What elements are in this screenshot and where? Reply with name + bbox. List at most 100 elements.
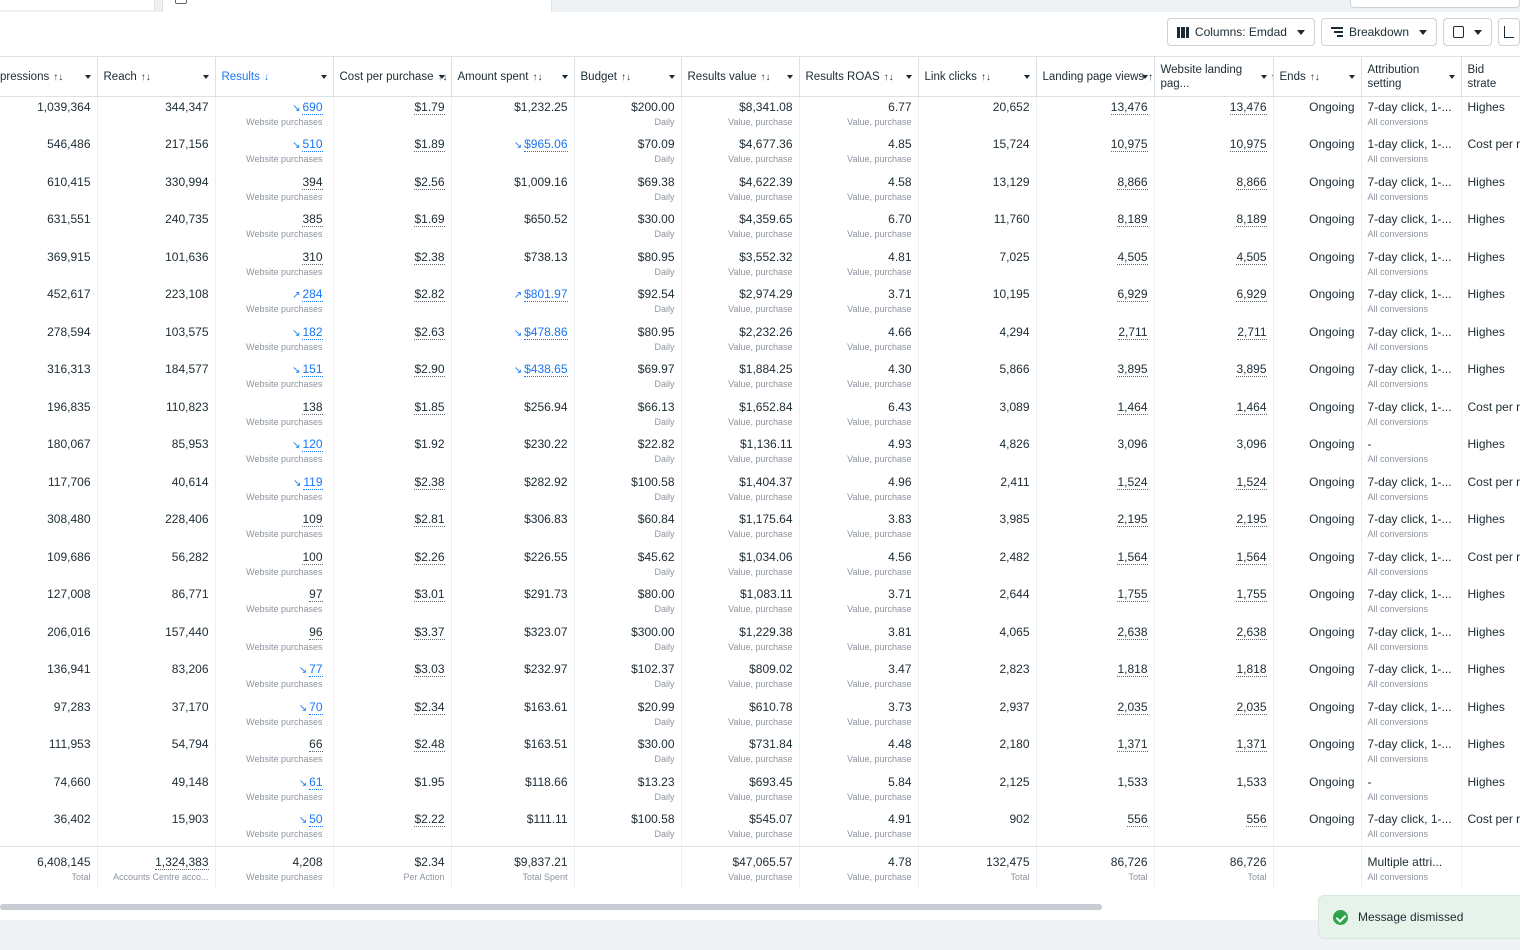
table-row[interactable]: 97,283 37,170 ↘ 70 Website purchases $2.34 $16… bbox=[0, 696, 1520, 734]
results-value[interactable]: 385 bbox=[302, 212, 323, 227]
column-menu-chevron-icon[interactable] bbox=[1023, 75, 1030, 79]
website-landing-page-views-value[interactable]: 8,189 bbox=[1236, 212, 1267, 227]
breakdown-button[interactable]: Breakdown bbox=[1320, 18, 1437, 46]
amount-spent-value[interactable]: $438.65 bbox=[524, 362, 568, 377]
results-value[interactable]: 138 bbox=[302, 399, 323, 415]
export-button[interactable] bbox=[1498, 18, 1520, 46]
cost-per-purchase-value[interactable]: $2.34 bbox=[414, 699, 445, 715]
results-value[interactable]: 70 bbox=[309, 699, 323, 715]
cost-per-purchase-value[interactable]: $2.81 bbox=[414, 512, 445, 527]
cost-per-purchase-value[interactable]: $2.90 bbox=[414, 362, 445, 377]
table-row[interactable]: 546,486 217,156 ↘ 510 Website purchases $1.89… bbox=[0, 134, 1520, 172]
column-header-website-landing-page-views[interactable]: Website landing pag...↑↓ bbox=[1154, 56, 1274, 97]
website-landing-page-views-value[interactable]: 2,638 bbox=[1236, 624, 1267, 640]
column-header-landing-page-views[interactable]: Landing page views↑↓ bbox=[1036, 56, 1155, 97]
website-landing-page-views-value[interactable]: 10,975 bbox=[1229, 137, 1267, 152]
cost-per-purchase-value[interactable]: $1.85 bbox=[414, 399, 445, 415]
landing-page-views-value[interactable]: 2,638 bbox=[1117, 624, 1148, 640]
results-value[interactable]: 77 bbox=[309, 662, 323, 677]
column-header-results[interactable]: Results ↓ bbox=[215, 56, 334, 97]
website-landing-page-views-value[interactable]: 4,505 bbox=[1236, 249, 1267, 265]
table-row[interactable]: 136,941 83,206 ↘ 77 Website purchases $3.03 $2… bbox=[0, 659, 1520, 697]
table-row[interactable]: 109,686 56,282 100 Website purchases $2.26 $2… bbox=[0, 546, 1520, 584]
sort-icon[interactable]: ↑↓ bbox=[532, 72, 542, 83]
column-header-budget[interactable]: Budget ↑↓ bbox=[574, 56, 682, 97]
column-header-ends[interactable]: Ends ↑↓ bbox=[1273, 56, 1362, 97]
website-landing-page-views-value[interactable]: 13,476 bbox=[1229, 100, 1267, 115]
landing-page-views-value[interactable]: 1,371 bbox=[1117, 737, 1148, 752]
cost-per-purchase-value[interactable]: $1.69 bbox=[414, 212, 445, 227]
results-value[interactable]: 119 bbox=[303, 474, 323, 490]
cost-per-purchase-value[interactable]: $3.37 bbox=[414, 624, 445, 640]
column-menu-chevron-icon[interactable] bbox=[320, 75, 327, 79]
landing-page-views-value[interactable]: 556 bbox=[1127, 812, 1148, 827]
sort-icon[interactable]: ↓ bbox=[264, 72, 269, 83]
website-landing-page-views-value[interactable]: 8,866 bbox=[1236, 174, 1267, 190]
results-value[interactable]: 66 bbox=[309, 737, 323, 752]
table-row[interactable]: 196,835 110,823 138 Website purchases $1.85 $… bbox=[0, 396, 1520, 434]
results-value[interactable]: 284 bbox=[302, 287, 323, 302]
cost-per-purchase-value[interactable]: $2.26 bbox=[414, 549, 445, 565]
table-row[interactable]: 631,551 240,735 385 Website purchases $1.69 $… bbox=[0, 209, 1520, 247]
table-row[interactable]: 278,594 103,575 ↘ 182 Website purchases $2.63… bbox=[0, 321, 1520, 359]
reports-button[interactable] bbox=[1443, 18, 1492, 46]
landing-page-views-value[interactable]: 4,505 bbox=[1117, 249, 1148, 265]
column-menu-chevron-icon[interactable] bbox=[561, 75, 568, 79]
column-menu-chevron-icon[interactable] bbox=[786, 75, 793, 79]
website-landing-page-views-value[interactable]: 1,818 bbox=[1236, 662, 1267, 677]
website-landing-page-views-value[interactable]: 1,464 bbox=[1236, 399, 1267, 415]
cost-per-purchase-value[interactable]: $2.38 bbox=[414, 474, 445, 490]
landing-page-views-value[interactable]: 1,564 bbox=[1117, 549, 1148, 565]
results-value[interactable]: 510 bbox=[302, 137, 323, 152]
landing-page-views-value[interactable]: 8,866 bbox=[1117, 174, 1148, 190]
results-value[interactable]: 151 bbox=[302, 362, 323, 377]
sort-icon[interactable]: ↑↓ bbox=[141, 72, 151, 83]
table-row[interactable]: 36,402 15,903 ↘ 50 Website purchases $2.22 $11… bbox=[0, 809, 1520, 847]
landing-page-views-value[interactable]: 13,476 bbox=[1110, 100, 1148, 115]
column-menu-chevron-icon[interactable] bbox=[1448, 75, 1455, 79]
column-menu-chevron-icon[interactable] bbox=[1141, 75, 1148, 79]
website-landing-page-views-value[interactable]: 1,524 bbox=[1236, 474, 1267, 490]
landing-page-views-value[interactable]: 8,189 bbox=[1117, 212, 1148, 227]
column-menu-chevron-icon[interactable] bbox=[905, 75, 912, 79]
cost-per-purchase-value[interactable]: $3.01 bbox=[414, 587, 445, 602]
column-menu-chevron-icon[interactable] bbox=[438, 75, 445, 79]
cost-per-purchase-value[interactable]: $2.63 bbox=[414, 324, 445, 340]
cost-per-purchase-value[interactable]: $1.79 bbox=[414, 100, 445, 115]
table-row[interactable]: 206,016 157,440 96 Website purchases $3.37 $3… bbox=[0, 621, 1520, 659]
results-value[interactable]: 96 bbox=[309, 624, 323, 640]
landing-page-views-value[interactable]: 1,818 bbox=[1117, 662, 1148, 677]
sort-icon[interactable]: ↑↓ bbox=[1310, 72, 1320, 83]
column-menu-chevron-icon[interactable] bbox=[202, 75, 209, 79]
website-landing-page-views-value[interactable]: 2,035 bbox=[1236, 699, 1267, 715]
table-row[interactable]: 111,953 54,794 66 Website purchases $2.48 $16… bbox=[0, 734, 1520, 772]
landing-page-views-value[interactable]: 1,755 bbox=[1117, 587, 1148, 602]
results-value[interactable]: 109 bbox=[302, 512, 323, 527]
cost-per-purchase-value[interactable]: $3.03 bbox=[414, 662, 445, 677]
table-row[interactable]: 452,617 223,108 ↗ 284 Website purchases $2.82… bbox=[0, 284, 1520, 322]
column-menu-chevron-icon[interactable] bbox=[668, 75, 675, 79]
sort-icon[interactable]: ↑↓ bbox=[53, 72, 63, 83]
cost-per-purchase-value[interactable]: $2.22 bbox=[414, 812, 445, 827]
column-menu-chevron-icon[interactable] bbox=[1260, 75, 1267, 79]
results-value[interactable]: 50 bbox=[309, 812, 323, 827]
table-row[interactable]: 117,706 40,614 ↘ 119 Website purchases $2.38 $… bbox=[0, 471, 1520, 509]
column-header-attribution-setting[interactable]: Attribution setting bbox=[1361, 56, 1462, 97]
website-landing-page-views-value[interactable]: 556 bbox=[1246, 812, 1267, 827]
website-landing-page-views-value[interactable]: 6,929 bbox=[1236, 287, 1267, 302]
table-row[interactable]: 127,008 86,771 97 Website purchases $3.01 $29… bbox=[0, 584, 1520, 622]
website-landing-page-views-value[interactable]: 1,564 bbox=[1236, 549, 1267, 565]
landing-page-views-value[interactable]: 6,929 bbox=[1117, 287, 1148, 302]
column-header-bid-strategy[interactable]: Bid strate bbox=[1461, 56, 1520, 97]
column-header-reach[interactable]: Reach ↑↓ bbox=[97, 56, 216, 97]
results-value[interactable]: 690 bbox=[302, 100, 323, 115]
table-row[interactable]: 316,313 184,577 ↘ 151 Website purchases $2.90… bbox=[0, 359, 1520, 397]
amount-spent-value[interactable]: $965.06 bbox=[524, 137, 568, 152]
results-value[interactable]: 61 bbox=[309, 774, 323, 790]
website-landing-page-views-value[interactable]: 1,371 bbox=[1236, 737, 1267, 752]
column-menu-chevron-icon[interactable] bbox=[84, 75, 91, 79]
table-row[interactable]: 180,067 85,953 ↘ 120 Website purchases $1.92 $… bbox=[0, 434, 1520, 472]
cost-per-purchase-value[interactable]: $2.56 bbox=[414, 174, 445, 190]
column-menu-chevron-icon[interactable] bbox=[1348, 75, 1355, 79]
results-value[interactable]: 97 bbox=[309, 587, 323, 602]
